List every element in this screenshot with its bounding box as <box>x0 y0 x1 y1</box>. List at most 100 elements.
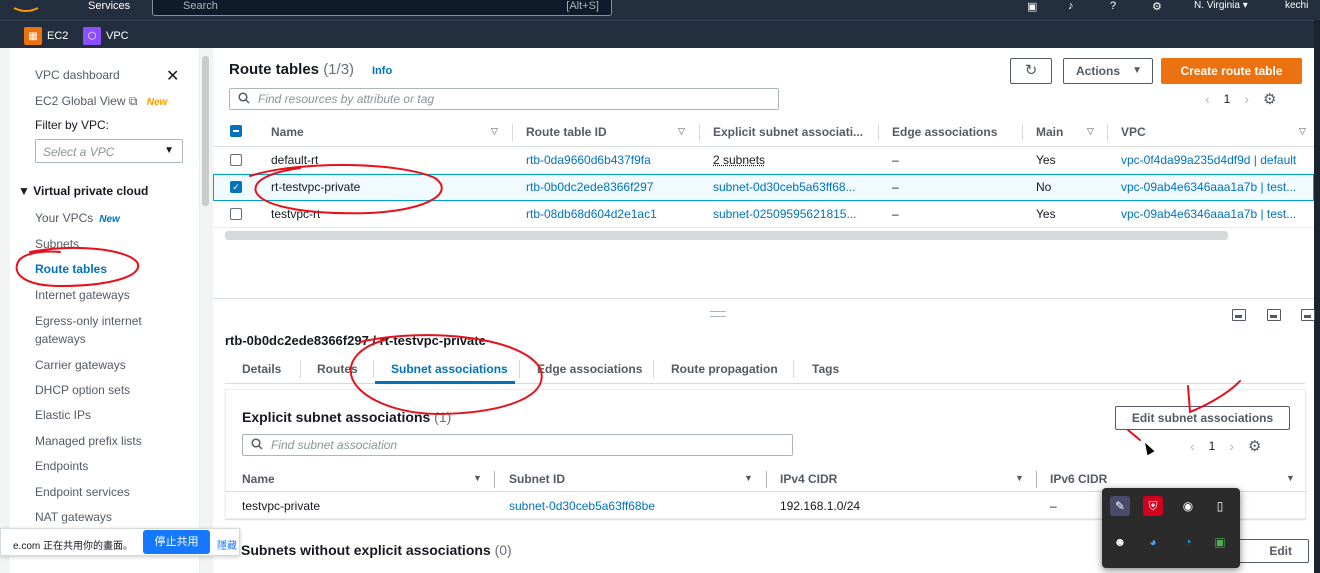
select-all-checkbox[interactable] <box>230 125 242 137</box>
nav-ec2-global-view[interactable]: EC2 Global View ⧉ New <box>35 94 167 109</box>
sort-icon[interactable]: ▼ <box>473 473 482 483</box>
region-selector[interactable]: N. Virginia ▾ <box>1194 0 1248 11</box>
tab-route-propagation[interactable]: Route propagation <box>671 362 778 376</box>
column-divider[interactable] <box>878 124 879 141</box>
gear-icon[interactable]: ⚙ <box>1248 437 1261 455</box>
vpc-link[interactable]: vpc-0f4da99a235d4df9d | default <box>1121 153 1306 167</box>
vpc-shortcut[interactable]: ⬡ VPC <box>83 27 129 45</box>
route-table-search-input[interactable]: Find resources by attribute or tag <box>229 88 779 110</box>
network-icon[interactable]: ◕ <box>1143 532 1163 552</box>
column-divider[interactable] <box>1036 471 1037 488</box>
nav-subnets[interactable]: Subnets <box>35 237 79 251</box>
column-header-explicit-subnet[interactable]: Explicit subnet associati... <box>713 125 863 139</box>
row-checkbox[interactable] <box>230 154 242 166</box>
sort-icon[interactable]: ▽ <box>491 126 498 137</box>
vpc-link[interactable]: vpc-09ab4e6346aaa1a7b | test... <box>1121 180 1306 194</box>
nav-carrier-gateways[interactable]: Carrier gateways <box>35 358 126 372</box>
stop-sharing-button[interactable]: 停止共用 <box>143 530 210 554</box>
subnet-association-popover[interactable]: 2 subnets <box>713 153 765 167</box>
sort-icon[interactable]: ▽ <box>1087 126 1094 137</box>
bell-icon[interactable]: ♪ <box>1068 0 1084 12</box>
nav-route-tables[interactable]: Route tables <box>35 262 107 276</box>
column-header-ipv6-cidr[interactable]: IPv6 CIDR <box>1050 472 1107 486</box>
hide-button[interactable]: 隱藏 <box>217 537 237 552</box>
create-route-table-button[interactable]: Create route table <box>1161 58 1302 84</box>
vpc-filter-select[interactable]: Select a VPC ▼ <box>35 139 183 163</box>
chevron-left-icon[interactable]: ‹ <box>1190 438 1195 454</box>
close-icon[interactable]: ✕ <box>166 66 179 86</box>
column-divider[interactable] <box>494 471 495 488</box>
column-header-edge-associations[interactable]: Edge associations <box>892 125 997 139</box>
gear-icon[interactable]: ⚙ <box>1263 90 1276 108</box>
chevron-left-icon[interactable]: ‹ <box>1205 91 1210 107</box>
tab-tags[interactable]: Tags <box>812 362 839 376</box>
table-row[interactable]: testvpc-rt rtb-08db68d604d2e1ac1 subnet-… <box>213 201 1314 228</box>
services-menu[interactable]: Services <box>88 0 130 12</box>
ec2-shortcut[interactable]: ▦ EC2 <box>24 27 68 45</box>
nav-egress-only-gateways[interactable]: Egress-only internet <box>35 314 142 328</box>
vpc-link[interactable]: vpc-09ab4e6346aaa1a7b | test... <box>1121 207 1306 221</box>
nav-your-vpcs[interactable]: Your VPCs New <box>35 211 120 225</box>
nav-elastic-ips[interactable]: Elastic IPs <box>35 408 91 422</box>
route-table-id-link[interactable]: rtb-0da9660d6b437f9fa <box>526 153 651 167</box>
shield-icon[interactable]: ⛨ <box>1143 496 1163 516</box>
chevron-right-icon[interactable]: › <box>1229 438 1234 454</box>
row-checkbox-checked[interactable]: ✓ <box>230 181 242 193</box>
tab-routes[interactable]: Routes <box>317 362 358 376</box>
column-header-ipv4-cidr[interactable]: IPv4 CIDR <box>780 472 837 486</box>
edit-subnet-associations-button-2[interactable]: Edit subnet associations <box>1233 539 1309 563</box>
gear-icon[interactable]: ⚙ <box>1152 0 1168 13</box>
subnet-association-search-input[interactable]: Find subnet association <box>242 434 793 456</box>
panel-bottom-icon[interactable] <box>1232 309 1246 321</box>
table-row-selected[interactable]: ✓ rt-testvpc-private rtb-0b0dc2ede8366f2… <box>213 174 1314 201</box>
nav-section-virtual-private-cloud[interactable]: ▼ Virtual private cloud <box>18 184 148 198</box>
subnet-link[interactable]: subnet-02509595621815... <box>713 207 868 221</box>
row-checkbox[interactable] <box>230 208 242 220</box>
nav-endpoints[interactable]: Endpoints <box>35 459 88 473</box>
chevron-right-icon[interactable]: › <box>1244 91 1249 107</box>
column-divider[interactable] <box>699 124 700 141</box>
info-link[interactable]: Info <box>372 65 392 77</box>
nav-vpc-dashboard[interactable]: VPC dashboard <box>35 68 120 82</box>
sort-icon[interactable]: ▼ <box>1286 473 1295 483</box>
column-header-route-table-id[interactable]: Route table ID <box>526 125 607 139</box>
sort-icon[interactable]: ▽ <box>678 126 685 137</box>
page-number[interactable]: 1 <box>1209 439 1216 453</box>
drag-handle-icon[interactable] <box>710 311 726 317</box>
edit-subnet-associations-button[interactable]: Edit subnet associations <box>1115 406 1290 430</box>
tab-edge-associations[interactable]: Edge associations <box>537 362 642 376</box>
sort-icon[interactable]: ▽ <box>1299 126 1306 137</box>
cloudshell-icon[interactable]: ▣ <box>1027 0 1043 13</box>
nav-managed-prefix-lists[interactable]: Managed prefix lists <box>35 434 142 448</box>
sidebar-scrollbar[interactable] <box>200 48 212 573</box>
route-table-id-link[interactable]: rtb-0b0dc2ede8366f297 <box>526 180 653 194</box>
tab-subnet-associations[interactable]: Subnet associations <box>391 362 508 376</box>
app-icon[interactable]: ☻ <box>1110 532 1130 552</box>
column-header-main[interactable]: Main <box>1036 125 1063 139</box>
column-divider[interactable] <box>1107 124 1108 141</box>
panel-side-icon[interactable] <box>1267 309 1281 321</box>
column-header-name[interactable]: Name <box>242 472 275 486</box>
chat-icon[interactable]: ▣ <box>1210 532 1230 552</box>
column-header-subnet-id[interactable]: Subnet ID <box>509 472 565 486</box>
column-divider[interactable] <box>1022 124 1023 141</box>
panel-close-icon[interactable] <box>1301 309 1315 321</box>
account-menu[interactable]: kechi <box>1285 0 1308 11</box>
route-table-id-link[interactable]: rtb-08db68d604d2e1ac1 <box>526 207 657 221</box>
column-divider[interactable] <box>766 471 767 488</box>
nav-dhcp-option-sets[interactable]: DHCP option sets <box>35 383 130 397</box>
sort-icon[interactable]: ▼ <box>744 473 753 483</box>
nav-nat-gateways[interactable]: NAT gateways <box>35 510 112 524</box>
nav-egress-only-gateways-line2[interactable]: gateways <box>35 332 86 346</box>
scrollbar-thumb[interactable] <box>202 56 209 206</box>
column-header-vpc[interactable]: VPC <box>1121 125 1146 139</box>
column-header-name[interactable]: Name <box>271 125 304 139</box>
page-number[interactable]: 1 <box>1224 92 1231 106</box>
usb-icon[interactable]: ▯ <box>1210 496 1230 516</box>
tab-details[interactable]: Details <box>242 362 281 376</box>
refresh-button[interactable]: ↻ <box>1010 58 1052 84</box>
nav-endpoint-services[interactable]: Endpoint services <box>35 485 130 499</box>
subnet-link[interactable]: subnet-0d30ceb5a63ff68... <box>713 180 868 194</box>
sort-icon[interactable]: ▼ <box>1015 473 1024 483</box>
column-divider[interactable] <box>512 124 513 141</box>
